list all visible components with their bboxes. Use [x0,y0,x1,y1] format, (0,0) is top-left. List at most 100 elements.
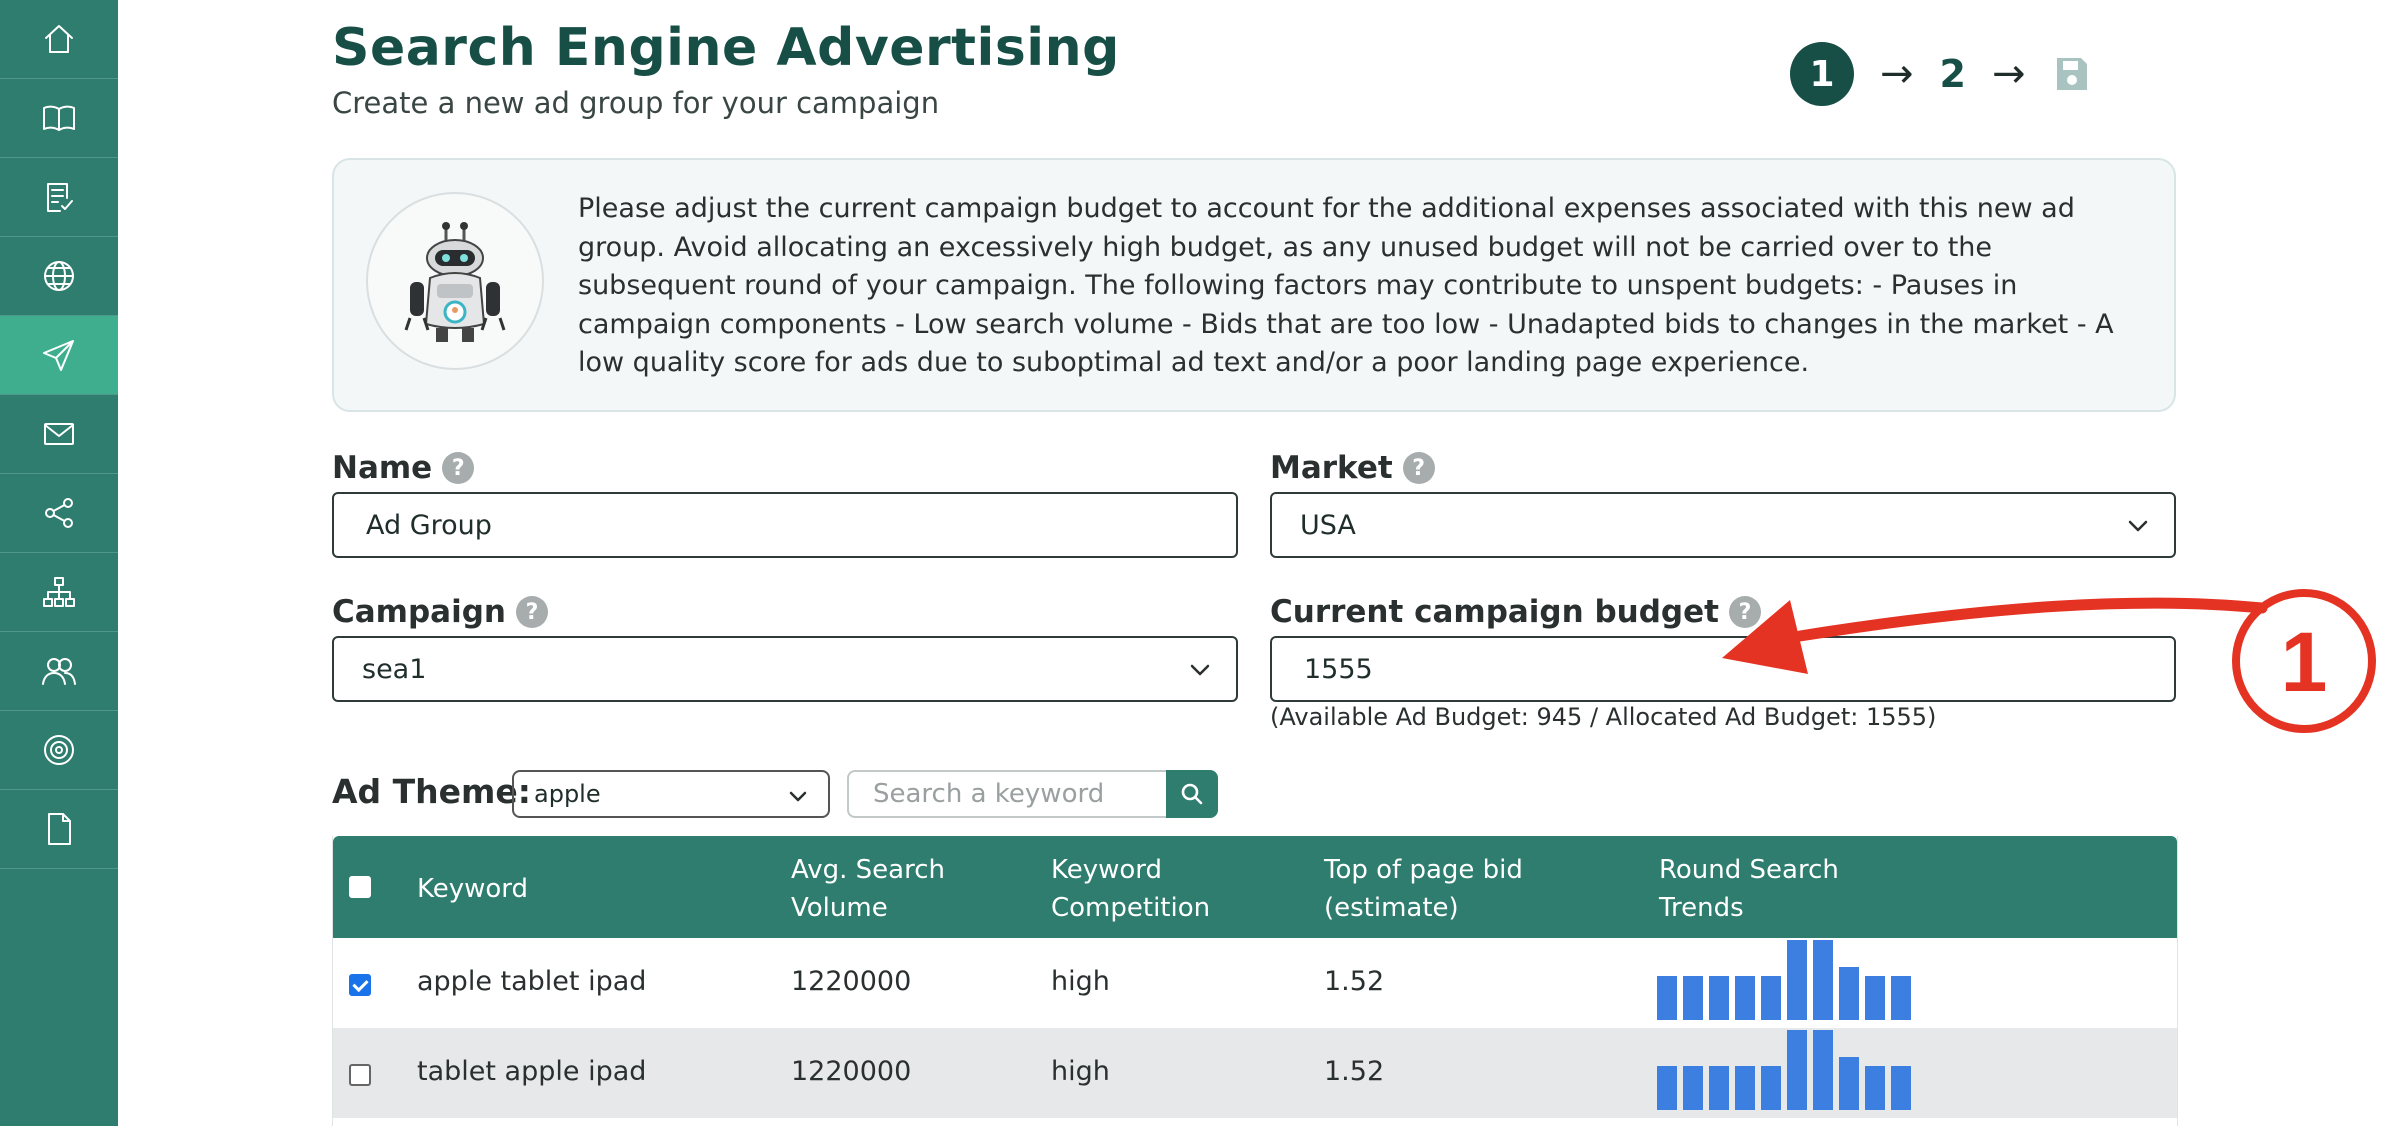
header-trends: Round Search Trends [1659,851,1839,927]
trend-bar [1683,976,1703,1020]
market-help-icon[interactable]: ? [1402,452,1435,484]
select-all-checkbox[interactable] [349,876,371,898]
market-label: Market ? [1270,450,1435,486]
budget-label-text: Current campaign budget [1270,594,1719,630]
info-box: Please adjust the current campaign budge… [332,158,2176,412]
row-checkbox[interactable] [349,974,371,996]
robot-avatar [366,192,544,370]
trend-bar [1839,967,1859,1020]
send-icon [43,340,74,371]
trend-bar [1657,1066,1677,1110]
table-row[interactable]: tablet apple ipad 1220000 high 1.52 [333,1028,2177,1118]
ad-theme-label: Ad Theme: [332,772,531,811]
trend-bar [1813,1030,1833,1110]
annotation-number: 1 [2281,615,2328,709]
trend-bar [1735,976,1755,1020]
header-competition-line2: Competition [1051,893,1211,923]
sidebar-item-org-chart[interactable] [0,553,118,632]
market-label-text: Market [1270,450,1393,486]
chevron-down-icon [1190,664,1210,676]
sidebar-item-target[interactable] [0,711,118,790]
chevron-down-icon [2128,520,2148,532]
trend-bar [1865,976,1885,1020]
page-subtitle: Create a new ad group for your campaign [332,86,940,120]
robot-icon [404,222,506,342]
header-volume[interactable]: Avg. Search Volume [791,851,945,927]
row-checkbox[interactable] [349,1064,371,1086]
sidebar-item-globe[interactable] [0,237,118,316]
row-keyword: apple tablet ipad [417,966,647,997]
globe-icon [44,261,74,291]
trend-bar [1865,1066,1885,1110]
sidebar-item-send[interactable] [0,316,118,395]
trend-bar [1761,1066,1781,1110]
trend-bar [1709,1066,1729,1110]
document-icon [48,813,71,845]
budget-label: Current campaign budget ? [1270,594,1761,630]
share-icon [45,498,73,528]
trend-bar [1891,976,1911,1020]
market-select-value: USA [1300,509,1356,541]
row-trend-chart [1657,1030,1911,1110]
org-chart-icon [43,577,75,607]
step-1[interactable]: 1 [1790,42,1854,106]
name-label-text: Name [332,450,433,486]
save-icon[interactable] [2051,54,2091,94]
trend-bar [1735,1066,1755,1110]
step-arrow: → [1991,51,2026,97]
annotation-circle [2232,589,2376,733]
campaign-select[interactable]: sea1 [332,636,1238,702]
header-keyword[interactable]: Keyword [417,870,528,908]
sidebar-item-document[interactable] [0,790,118,869]
header-volume-line2: Volume [791,893,888,923]
ad-theme-select[interactable]: apple [512,770,830,818]
search-icon [1181,783,1203,805]
chevron-down-icon [789,791,807,802]
book-icon [43,105,75,131]
sidebar-item-users[interactable] [0,632,118,711]
info-text: Please adjust the current campaign budge… [578,193,2114,378]
sidebar-item-checklist[interactable] [0,158,118,237]
header-bid-line2: (estimate) [1324,893,1459,923]
header-competition-line1: Keyword [1051,855,1163,885]
header-competition[interactable]: Keyword Competition [1051,851,1210,927]
keyword-table: Keyword Avg. Search Volume Keyword Compe… [332,836,2178,1126]
step-arrow: → [1880,51,1914,97]
row-bid: 1.52 [1324,966,1385,997]
sidebar-item-share[interactable] [0,474,118,553]
trend-bar [1657,976,1677,1020]
page-title: Search Engine Advertising [332,18,1120,78]
row-bid: 1.52 [1324,1056,1385,1087]
header-bid[interactable]: Top of page bid (estimate) [1324,851,1523,927]
home-icon [45,25,73,53]
row-competition: high [1051,1056,1110,1087]
ad-theme-select-value: apple [534,780,601,808]
trend-bar [1683,1066,1703,1110]
header-volume-line1: Avg. Search [791,855,946,885]
market-select[interactable]: USA [1270,492,2176,558]
name-help-icon[interactable]: ? [442,452,475,484]
table-row[interactable]: apple tablet ipad 1220000 high 1.52 [333,938,2177,1028]
budget-note: (Available Ad Budget: 945 / Allocated Ad… [1270,703,1937,731]
name-input-value: Ad Group [366,509,492,541]
name-label: Name ? [332,450,475,486]
trend-bar [1787,940,1807,1020]
sidebar [0,0,118,1126]
name-input[interactable]: Ad Group [332,492,1238,558]
row-volume: 1220000 [791,1056,912,1087]
mail-icon [44,423,74,445]
budget-input[interactable]: 1555 [1270,636,2176,702]
keyword-search-input[interactable] [847,770,1167,818]
search-button[interactable] [1166,770,1218,818]
budget-help-icon[interactable]: ? [1728,596,1761,628]
table-header: Keyword Avg. Search Volume Keyword Compe… [333,836,2177,938]
step-2[interactable]: 2 [1940,52,1966,96]
sidebar-item-home[interactable] [0,0,118,79]
trend-bar [1761,976,1781,1020]
sidebar-item-book[interactable] [0,79,118,158]
campaign-label-text: Campaign [332,594,506,630]
campaign-help-icon[interactable]: ? [515,596,548,628]
row-trend-chart [1657,940,1911,1020]
header-trends-line2: Trends [1659,893,1744,923]
sidebar-item-mail[interactable] [0,395,118,474]
